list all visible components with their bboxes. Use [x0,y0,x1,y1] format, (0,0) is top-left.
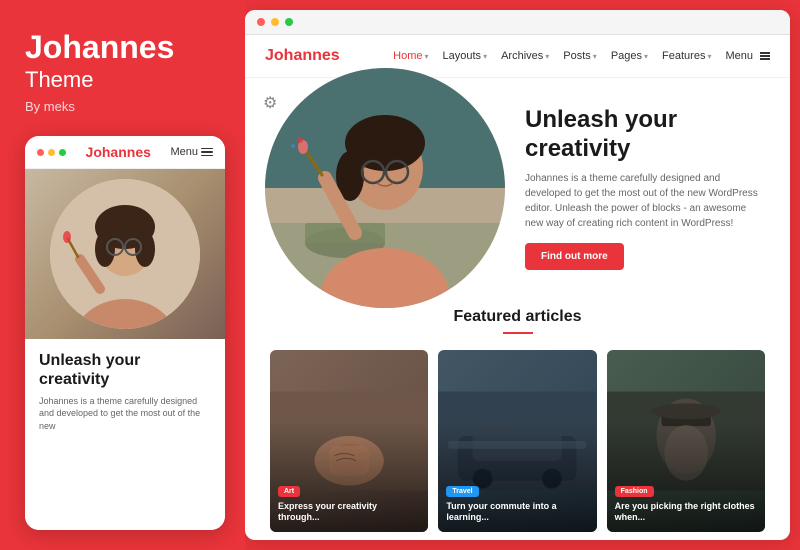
articles-row: Art Express your creativity through... [245,342,790,540]
chevron-down-icon: ▾ [545,52,549,61]
nav-items: Home ▾ Layouts ▾ Archives ▾ Posts ▾ Page… [370,50,770,62]
mobile-hero-image [25,169,225,339]
article-tag-3: Fashion [615,486,654,497]
site-navigation: Johannes Home ▾ Layouts ▾ Archives ▾ Pos… [245,35,790,78]
mobile-hero-circle [50,179,200,329]
mobile-hero-title: Unleash your creativity [39,351,211,389]
browser-maximize-dot[interactable] [285,18,293,26]
mobile-top-bar: Johannes Menu [25,136,225,169]
featured-divider [503,332,533,334]
article-tag-2: Travel [446,486,478,497]
chevron-down-icon: ▾ [483,52,487,61]
article-tag-1: Art [278,486,300,497]
chevron-down-icon: ▾ [593,52,597,61]
hero-text: Unleash your creativity Johannes is a th… [525,106,760,271]
browser-mockup: Johannes Home ▾ Layouts ▾ Archives ▾ Pos… [245,10,790,540]
browser-content: Johannes Home ▾ Layouts ▾ Archives ▾ Pos… [245,35,790,540]
mobile-content: Unleash your creativity Johannes is a th… [25,339,225,530]
site-hero: ⚙ [245,78,790,298]
theme-author: By meks [25,99,225,114]
featured-section-title: Featured articles [265,308,770,326]
article-title-3: Are you picking the right clothes when..… [615,501,757,524]
article-content-1: Art Express your creativity through... [270,472,428,532]
browser-top-bar [245,10,790,35]
hamburger-icon [201,148,213,157]
mobile-maximize-dot [59,149,66,156]
left-panel: Johannes Theme By meks Johannes Menu [0,0,245,550]
featured-section: Featured articles [245,298,790,342]
nav-item-archives[interactable]: Archives ▾ [501,50,549,62]
mobile-menu-button[interactable]: Menu [170,146,213,158]
nav-item-home[interactable]: Home ▾ [393,50,428,62]
article-card-2[interactable]: Travel Turn your commute into a learning… [438,350,596,532]
site-logo[interactable]: Johannes [265,47,340,65]
article-card-3[interactable]: Fashion Are you picking the right clothe… [607,350,765,532]
mobile-menu-label: Menu [170,146,198,158]
article-title-2: Turn your commute into a learning... [446,501,588,524]
mobile-mockup: Johannes Menu [25,136,225,530]
hero-image-circle [265,68,505,308]
nav-item-menu[interactable]: Menu [725,50,770,62]
nav-item-layouts[interactable]: Layouts ▾ [443,50,488,62]
browser-minimize-dot[interactable] [271,18,279,26]
nav-item-posts[interactable]: Posts ▾ [563,50,597,62]
hero-title: Unleash your creativity [525,106,760,164]
nav-item-features[interactable]: Features ▾ [662,50,711,62]
chevron-down-icon: ▾ [707,52,711,61]
article-card-1[interactable]: Art Express your creativity through... [270,350,428,532]
article-title-1: Express your creativity through... [278,501,420,524]
hero-description: Johannes is a theme carefully designed a… [525,171,760,231]
theme-word: Theme [25,67,225,93]
theme-name: Johannes [25,30,225,65]
chevron-down-icon: ▾ [425,52,429,61]
mobile-close-dot [37,149,44,156]
article-content-3: Fashion Are you picking the right clothe… [607,472,765,532]
find-out-more-button[interactable]: Find out more [525,243,624,270]
mobile-minimize-dot [48,149,55,156]
mobile-logo: Johannes [86,144,151,160]
brand-title: Johannes Theme By meks [25,30,225,114]
browser-close-dot[interactable] [257,18,265,26]
gear-icon[interactable]: ⚙ [263,93,277,113]
mobile-window-controls [37,149,66,156]
chevron-down-icon: ▾ [644,52,648,61]
nav-item-pages[interactable]: Pages ▾ [611,50,648,62]
article-content-2: Travel Turn your commute into a learning… [438,472,596,532]
mobile-hero-desc: Johannes is a theme carefully designed a… [39,395,211,433]
